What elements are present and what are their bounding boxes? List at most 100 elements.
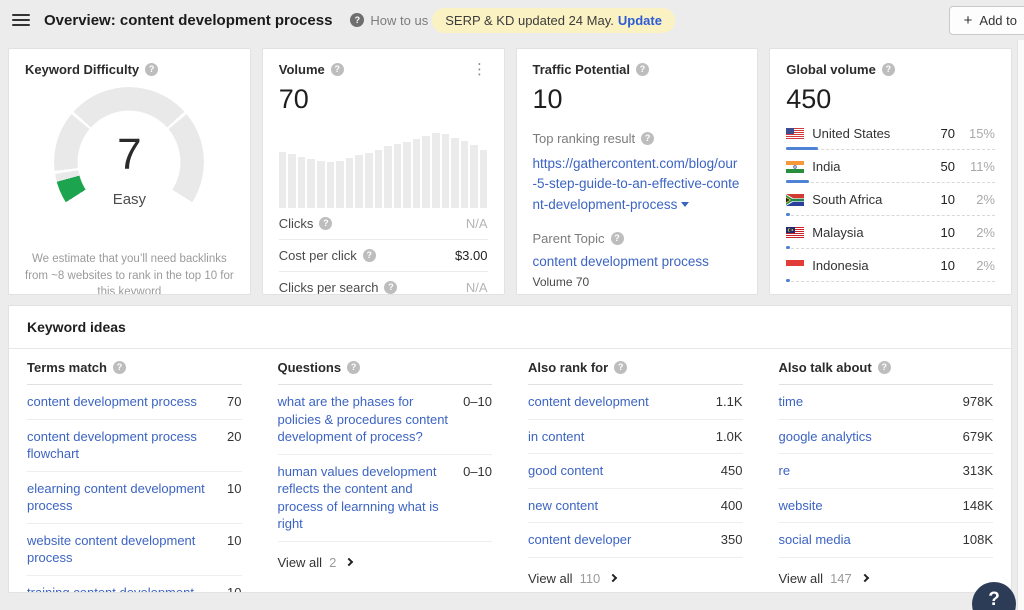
keyword-row: website content development process10 bbox=[27, 524, 242, 576]
keyword-link[interactable]: re bbox=[779, 462, 791, 480]
keyword-link[interactable]: time bbox=[779, 393, 804, 411]
parent-topic-link[interactable]: content development process bbox=[533, 254, 709, 269]
help-circle-icon[interactable]: ? bbox=[145, 63, 158, 76]
keyword-link[interactable]: content development process bbox=[27, 393, 197, 411]
terms-match-column: Terms match ? content development proces… bbox=[9, 349, 260, 593]
also-talk-about-title: Also talk about bbox=[779, 360, 872, 375]
view-all-questions[interactable]: View all 2 bbox=[278, 542, 493, 570]
malaysia-flag-icon bbox=[786, 227, 804, 239]
volume-value: 70 bbox=[279, 84, 488, 115]
keyword-link[interactable]: in content bbox=[528, 428, 584, 446]
keyword-volume: 0–10 bbox=[453, 463, 492, 481]
parent-topic-volume: Volume 70 bbox=[533, 275, 742, 289]
keyword-row: content development process flowchart20 bbox=[27, 420, 242, 472]
keyword-volume: 10 bbox=[217, 532, 241, 550]
country-row-india: India 50 11% bbox=[786, 150, 995, 182]
keyword-link[interactable]: new content bbox=[528, 497, 598, 515]
clicks-value: N/A bbox=[466, 216, 488, 231]
traffic-potential-title: Traffic Potential bbox=[533, 62, 631, 77]
help-circle-icon[interactable]: ? bbox=[113, 361, 126, 374]
also-rank-for-column: Also rank for ? content development1.1K … bbox=[510, 349, 761, 593]
india-flag-icon bbox=[786, 161, 804, 173]
keyword-link[interactable]: content development bbox=[528, 393, 649, 411]
keyword-row: elearning content development process10 bbox=[27, 472, 242, 524]
volume-bar bbox=[384, 146, 392, 208]
cost-per-click-value: $3.00 bbox=[455, 248, 488, 263]
help-circle-icon[interactable]: ? bbox=[636, 63, 649, 76]
indonesia-flag-icon bbox=[786, 260, 804, 272]
keyword-row: google analytics 679K bbox=[779, 420, 994, 455]
keyword-volume: 10 bbox=[217, 480, 241, 498]
chevron-right-icon bbox=[345, 558, 353, 566]
keyword-ideas-title: Keyword ideas bbox=[9, 306, 1011, 349]
country-row-united-states: United States 70 15% bbox=[786, 117, 995, 149]
keyword-volume: 679K bbox=[953, 428, 993, 446]
add-to-button[interactable]: + Add to bbox=[949, 6, 1024, 35]
keyword-link[interactable]: good content bbox=[528, 462, 603, 480]
help-circle-icon[interactable]: ? bbox=[319, 217, 332, 230]
keyword-link[interactable]: social media bbox=[779, 531, 851, 549]
keyword-volume: 400 bbox=[711, 497, 743, 515]
keyword-difficulty-gauge: 7 Easy bbox=[54, 87, 204, 237]
country-percent: 15% bbox=[963, 126, 995, 141]
global-volume-title: Global volume bbox=[786, 62, 876, 77]
volume-bar bbox=[317, 161, 325, 208]
help-circle-icon[interactable]: ? bbox=[611, 232, 624, 245]
scrollbar[interactable] bbox=[1017, 40, 1024, 610]
keyword-link[interactable]: website content development process bbox=[27, 532, 217, 567]
keyword-link[interactable]: content developer bbox=[528, 531, 631, 549]
global-volume-card: Global volume ? 450 United States 70 15%… bbox=[769, 48, 1012, 295]
serp-update-badge: SERP & KD updated 24 May.Update bbox=[432, 8, 675, 33]
top-bar: Overview: content development process ? … bbox=[0, 0, 1024, 40]
view-all-count: 2 bbox=[329, 555, 336, 570]
keyword-volume: 0–10 bbox=[453, 393, 492, 411]
help-circle-icon[interactable]: ? bbox=[384, 281, 397, 294]
view-all-also-talk-about[interactable]: View all 147 bbox=[779, 558, 994, 586]
keyword-difficulty-card: Keyword Difficulty ? 7 Easy We estimate … bbox=[8, 48, 251, 295]
help-circle-icon[interactable]: ? bbox=[363, 249, 376, 262]
country-name: India bbox=[812, 159, 840, 174]
volume-bar bbox=[355, 155, 363, 208]
keyword-row: content development process70 bbox=[27, 385, 242, 420]
keyword-link[interactable]: website bbox=[779, 497, 823, 515]
keyword-row: website148K bbox=[779, 489, 994, 524]
help-circle-icon[interactable]: ? bbox=[614, 361, 627, 374]
keyword-link[interactable]: content development process flowchart bbox=[27, 428, 217, 463]
clicks-row: Clicks ? N/A bbox=[279, 208, 488, 240]
also-talk-about-column: Also talk about ? time978K google analyt… bbox=[761, 349, 1012, 593]
volume-bar bbox=[432, 133, 440, 208]
keyword-row: content developer350 bbox=[528, 523, 743, 558]
metric-cards-row: Keyword Difficulty ? 7 Easy We estimate … bbox=[8, 48, 1012, 295]
help-circle-icon[interactable]: ? bbox=[641, 132, 654, 145]
how-to-use-label: How to us bbox=[370, 13, 428, 28]
keyword-link[interactable]: what are the phases for policies & proce… bbox=[278, 393, 454, 446]
keyword-volume: 108K bbox=[953, 531, 993, 549]
keyword-link[interactable]: human values development reflects the co… bbox=[278, 463, 454, 533]
keyword-volume: 20 bbox=[217, 428, 241, 446]
help-circle-icon: ? bbox=[350, 13, 364, 27]
keyword-link[interactable]: training content development process bbox=[27, 584, 217, 593]
update-link[interactable]: Update bbox=[618, 13, 662, 28]
questions-column: Questions ? what are the phases for poli… bbox=[260, 349, 511, 593]
top-ranking-result-link[interactable]: https://gathercontent.com/blog/our-5-ste… bbox=[533, 154, 742, 215]
help-circle-icon[interactable]: ? bbox=[878, 361, 891, 374]
how-to-use-link[interactable]: ? How to us bbox=[350, 13, 428, 28]
country-name: Indonesia bbox=[812, 258, 868, 273]
keyword-link[interactable]: google analytics bbox=[779, 428, 872, 446]
plus-icon: + bbox=[964, 13, 973, 28]
help-circle-icon[interactable]: ? bbox=[331, 63, 344, 76]
hamburger-menu-icon[interactable] bbox=[12, 14, 30, 26]
volume-trend-chart bbox=[279, 128, 488, 208]
view-all-also-rank-for[interactable]: View all 110 bbox=[528, 558, 743, 586]
kebab-menu-icon[interactable]: ⋮ bbox=[472, 62, 488, 77]
help-circle-icon[interactable]: ? bbox=[882, 63, 895, 76]
keyword-difficulty-title: Keyword Difficulty bbox=[25, 62, 139, 77]
country-row-south-africa: South Africa 10 2% bbox=[786, 183, 995, 215]
keyword-link[interactable]: elearning content development process bbox=[27, 480, 217, 515]
keyword-volume: 1.1K bbox=[706, 393, 743, 411]
country-name: United States bbox=[812, 126, 890, 141]
help-circle-icon[interactable]: ? bbox=[347, 361, 360, 374]
country-volume: 70 bbox=[931, 126, 955, 141]
volume-bar bbox=[327, 162, 335, 208]
keyword-row: good content450 bbox=[528, 454, 743, 489]
